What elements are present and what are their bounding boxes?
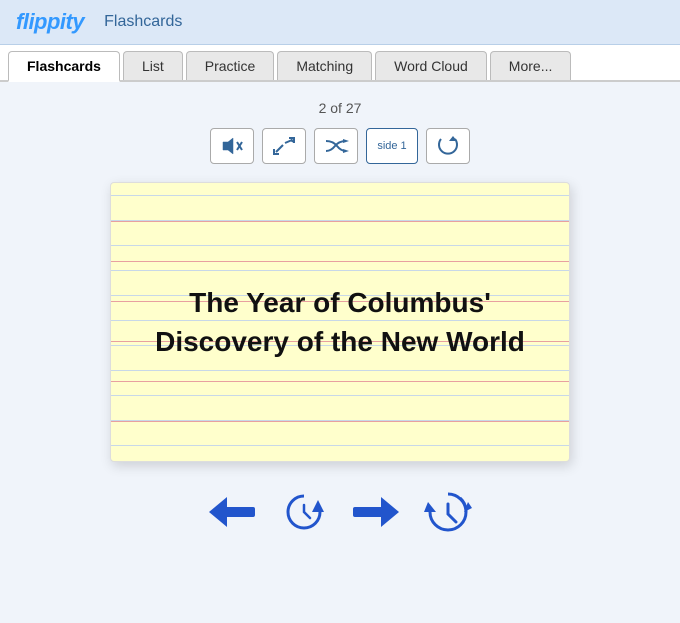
tab-more[interactable]: More... — [490, 51, 572, 80]
cycle-icon — [422, 488, 474, 536]
tab-wordcloud[interactable]: Word Cloud — [375, 51, 487, 80]
cycle-button[interactable] — [422, 490, 474, 534]
side-label: side 1 — [377, 140, 406, 152]
main-content: 2 of 27 — [0, 82, 680, 534]
tab-matching[interactable]: Matching — [277, 51, 372, 80]
card-counter: 2 of 27 — [319, 100, 362, 116]
tab-list[interactable]: List — [123, 51, 183, 80]
control-bar: side 1 — [210, 128, 470, 164]
logo: flippity — [16, 9, 84, 35]
replay-button[interactable] — [278, 490, 330, 534]
mute-button[interactable] — [210, 128, 254, 164]
header-title: Flashcards — [104, 13, 182, 31]
flip-icon — [435, 135, 461, 157]
next-button[interactable] — [350, 490, 402, 534]
flashcard[interactable]: The Year of Columbus' Discovery of the N… — [110, 182, 570, 462]
nav-controls — [206, 490, 474, 534]
fullscreen-button[interactable] — [262, 128, 306, 164]
flashcard-text: The Year of Columbus' Discovery of the N… — [151, 283, 529, 361]
tab-flashcards[interactable]: Flashcards — [8, 51, 120, 82]
prev-button[interactable] — [206, 490, 258, 534]
tab-practice[interactable]: Practice — [186, 51, 275, 80]
header: flippity Flashcards — [0, 0, 680, 45]
tab-bar: Flashcards List Practice Matching Word C… — [0, 45, 680, 82]
prev-arrow-icon — [207, 492, 257, 532]
flip-button[interactable] — [426, 128, 470, 164]
side1-button[interactable]: side 1 — [366, 128, 418, 164]
next-arrow-icon — [351, 492, 401, 532]
replay-icon — [282, 490, 326, 534]
shuffle-button[interactable] — [314, 128, 358, 164]
mute-icon — [219, 135, 245, 157]
shuffle-icon — [323, 135, 349, 157]
fullscreen-icon — [271, 135, 297, 157]
